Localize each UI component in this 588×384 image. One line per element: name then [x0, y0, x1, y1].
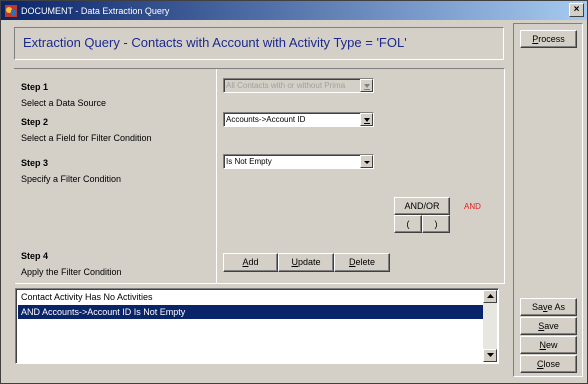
scroll-down-icon[interactable]: [483, 349, 497, 362]
process-button[interactable]: Process: [520, 30, 577, 48]
step-3-desc: Specify a Filter Condition: [21, 174, 122, 184]
step-1-title: Step 1: [21, 82, 49, 92]
step-2-desc: Select a Field for Filter Condition: [21, 133, 152, 143]
step-4-title: Step 4: [21, 251, 49, 261]
app-icon: [4, 4, 18, 18]
close-window-icon[interactable]: ×: [569, 3, 584, 17]
chevron-down-icon[interactable]: [360, 155, 373, 168]
logic-operator-indicator: AND: [464, 202, 481, 211]
new-button[interactable]: New: [520, 336, 577, 354]
list-item[interactable]: Contact Activity Has No Activities: [18, 290, 485, 304]
window-title: DOCUMENT - Data Extraction Query: [21, 5, 170, 16]
steps-panel: Step 1 Select a Data Source Step 2 Selec…: [14, 69, 214, 283]
update-button[interactable]: Update: [278, 253, 334, 272]
chevron-down-icon[interactable]: [360, 113, 373, 126]
and-or-button[interactable]: AND/OR: [394, 197, 450, 215]
chevron-down-icon[interactable]: [360, 79, 373, 92]
add-button[interactable]: Add: [223, 253, 278, 272]
save-as-button[interactable]: Save As: [520, 298, 577, 316]
filter-condition-select[interactable]: Is Not Empty: [223, 154, 374, 169]
query-header: Extraction Query - Contacts with Account…: [14, 27, 504, 60]
title-bar[interactable]: DOCUMENT - Data Extraction Query ×: [1, 1, 587, 20]
delete-button[interactable]: Delete: [334, 253, 390, 272]
action-sidebar: Process Save As Save New Close: [513, 23, 583, 377]
conditions-list[interactable]: Contact Activity Has No Activities AND A…: [15, 288, 499, 364]
open-paren-button[interactable]: (: [394, 215, 422, 233]
save-button[interactable]: Save: [520, 317, 577, 335]
data-extraction-window: DOCUMENT - Data Extraction Query × Extra…: [0, 0, 588, 384]
data-source-value: All Contacts with or without Prima: [226, 81, 346, 90]
scroll-up-icon[interactable]: [483, 290, 497, 303]
close-button[interactable]: Close: [520, 355, 577, 373]
close-paren-button[interactable]: ): [422, 215, 450, 233]
filter-field-select[interactable]: Accounts->Account ID: [223, 112, 374, 127]
query-title: Extraction Query - Contacts with Account…: [23, 35, 407, 50]
list-item-selected[interactable]: AND Accounts->Account ID Is Not Empty: [18, 305, 485, 319]
step-2-title: Step 2: [21, 117, 49, 127]
step-3-title: Step 3: [21, 158, 49, 168]
controls-panel: [216, 69, 504, 283]
data-source-select[interactable]: All Contacts with or without Prima: [223, 78, 374, 93]
vertical-scrollbar[interactable]: [483, 290, 497, 362]
step-1-desc: Select a Data Source: [21, 98, 107, 108]
step-4-desc: Apply the Filter Condition: [21, 267, 122, 277]
filter-field-value: Accounts->Account ID: [226, 115, 306, 124]
filter-condition-value: Is Not Empty: [226, 157, 272, 166]
